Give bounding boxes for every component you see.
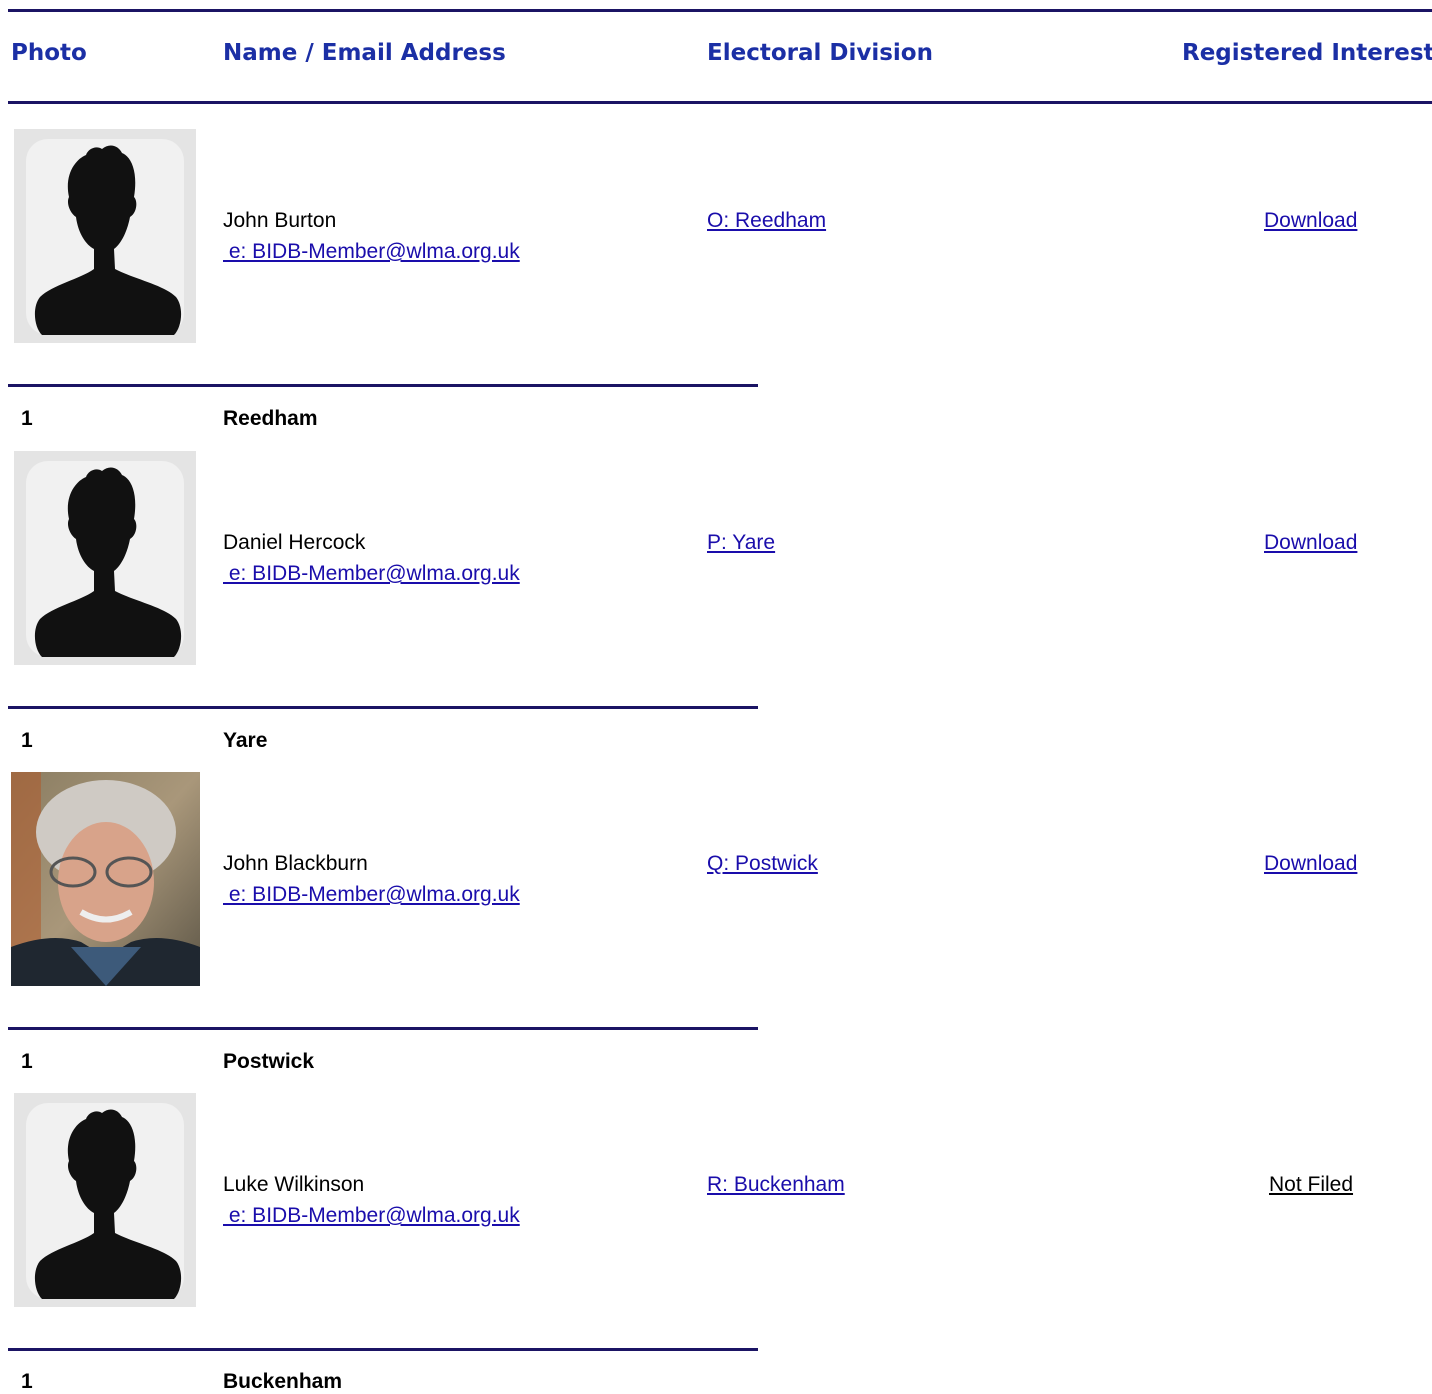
member-row: John Blackburn e: BIDB-Member@wlma.org.u… <box>0 772 1432 992</box>
member-email-link[interactable]: e: BIDB-Member@wlma.org.uk <box>223 1204 520 1228</box>
group-name: Yare <box>223 729 268 752</box>
member-name: Luke Wilkinson <box>223 1173 365 1196</box>
group-number: 1 <box>21 1050 33 1073</box>
portrait-photo <box>11 772 200 986</box>
group-name: Buckenham <box>223 1370 343 1393</box>
column-header-name-email: Name / Email Address <box>223 40 506 66</box>
silhouette-avatar-icon <box>14 129 196 343</box>
member-row: Daniel Hercock e: BIDB-Member@wlma.org.u… <box>0 451 1432 671</box>
group-name: Postwick <box>223 1050 315 1073</box>
group-number: 1 <box>21 407 33 430</box>
group-number: 1 <box>21 729 33 752</box>
interests-download-link[interactable]: Download <box>1264 852 1357 876</box>
header-top-rule <box>8 9 1432 12</box>
member-email-link[interactable]: e: BIDB-Member@wlma.org.uk <box>223 240 520 264</box>
column-header-interests: Registered Interests <box>1182 40 1432 66</box>
member-email-link[interactable]: e: BIDB-Member@wlma.org.uk <box>223 562 520 586</box>
column-header-photo: Photo <box>11 40 87 66</box>
member-name: John Burton <box>223 209 337 232</box>
header-bottom-rule <box>8 101 1432 104</box>
group-divider <box>8 706 758 709</box>
member-row: Luke Wilkinson e: BIDB-Member@wlma.org.u… <box>0 1093 1432 1313</box>
division-link[interactable]: P: Yare <box>707 531 775 555</box>
group-divider <box>8 1027 758 1030</box>
group-divider <box>8 384 758 387</box>
member-name: Daniel Hercock <box>223 531 366 554</box>
group-name: Reedham <box>223 407 318 430</box>
group-number: 1 <box>21 1370 33 1393</box>
division-link[interactable]: O: Reedham <box>707 209 826 233</box>
interests-not-filed-label: Not Filed <box>1269 1173 1354 1196</box>
division-link[interactable]: Q: Postwick <box>707 852 818 876</box>
division-link[interactable]: R: Buckenham <box>707 1173 845 1197</box>
column-header-division: Electoral Division <box>707 40 933 66</box>
group-divider <box>8 1348 758 1351</box>
silhouette-avatar-icon <box>14 1093 196 1307</box>
member-row: John Burton e: BIDB-Member@wlma.org.uk O… <box>0 129 1432 349</box>
interests-download-link[interactable]: Download <box>1264 531 1357 555</box>
member-email-link[interactable]: e: BIDB-Member@wlma.org.uk <box>223 883 520 907</box>
silhouette-avatar-icon <box>14 451 196 665</box>
interests-download-link[interactable]: Download <box>1264 209 1357 233</box>
member-name: John Blackburn <box>223 852 368 875</box>
